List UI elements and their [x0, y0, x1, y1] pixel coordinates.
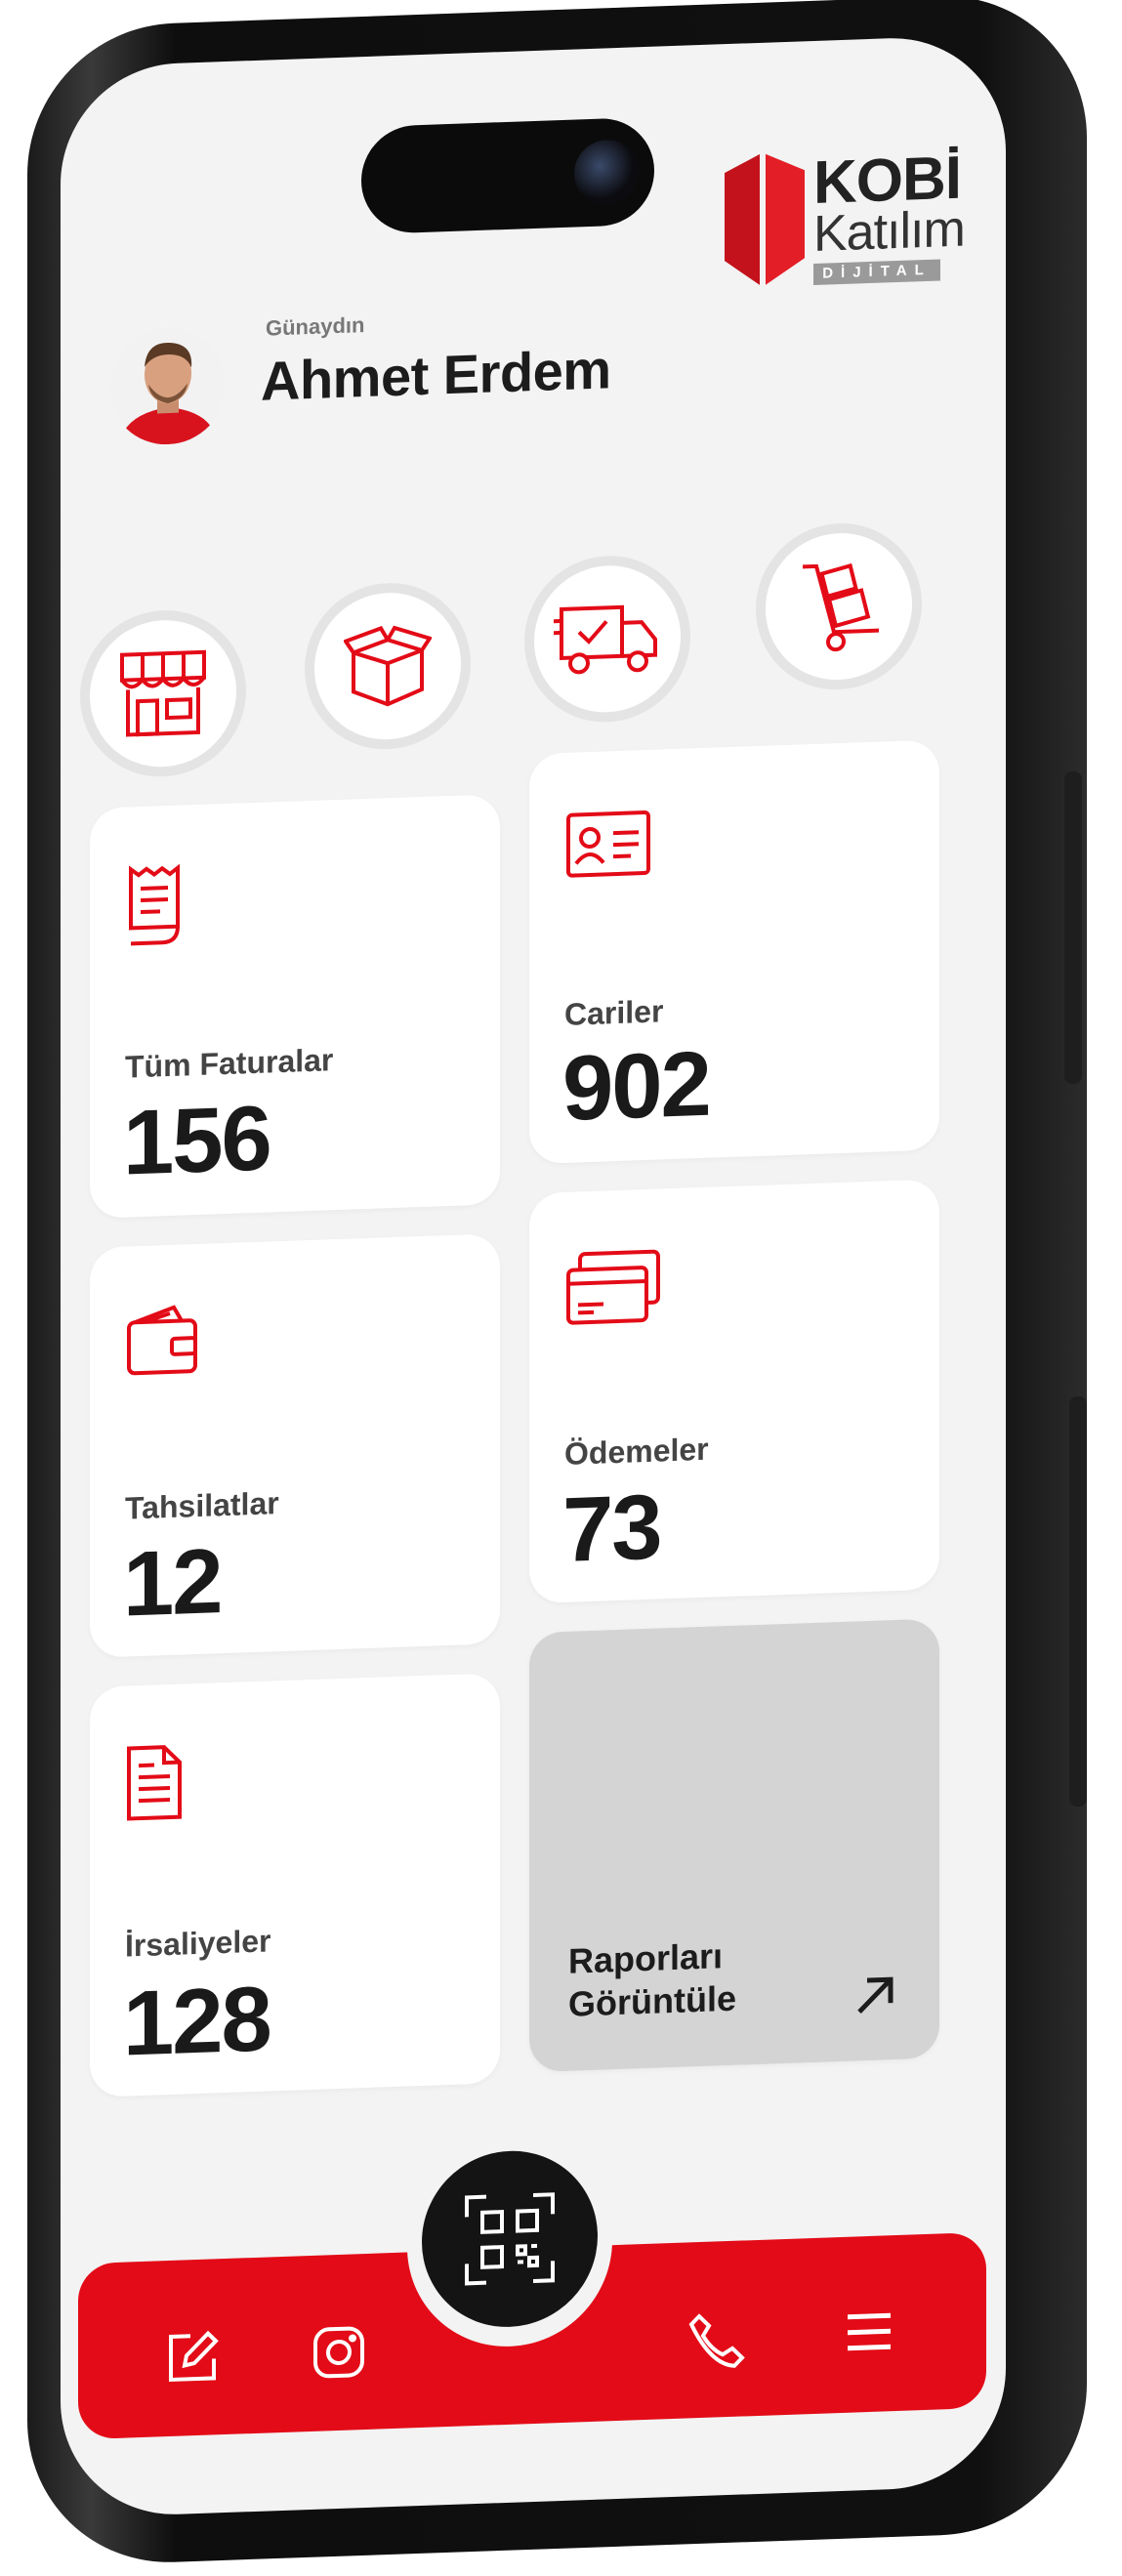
- waybills-label: İrsaliyeler: [125, 1923, 271, 1964]
- arrow-up-right-icon: [857, 1976, 893, 2015]
- id-card-icon: [566, 810, 650, 878]
- greeting-text: Günaydın: [266, 312, 365, 341]
- menu-icon[interactable]: [842, 2304, 896, 2360]
- camera-icon: [574, 139, 639, 206]
- logo-line2: Katılım: [813, 200, 965, 263]
- quick-action-delivery[interactable]: [524, 553, 690, 726]
- card-payments[interactable]: Ödemeler 73: [529, 1179, 939, 1604]
- card-waybills[interactable]: İrsaliyeler 128: [90, 1673, 500, 2098]
- box-icon: [344, 625, 432, 707]
- side-button-lower: [1069, 1396, 1087, 1807]
- invoices-value: 156: [123, 1086, 270, 1194]
- dynamic-island: [361, 116, 654, 235]
- quick-action-store[interactable]: [80, 607, 246, 780]
- qr-code-icon: [465, 2192, 555, 2286]
- collections-value: 12: [123, 1529, 222, 1636]
- power-button: [1064, 771, 1082, 1084]
- hand-truck-icon: [803, 562, 879, 652]
- payments-label: Ödemeler: [564, 1431, 709, 1472]
- store-icon: [120, 649, 206, 737]
- user-photo-icon: [109, 324, 227, 447]
- card-collections[interactable]: Tahsilatlar 12: [90, 1233, 500, 1658]
- brand-logo: KOBİ Katılım DİJİTAL: [721, 144, 965, 298]
- reports-label-line2: Görüntüle: [568, 1977, 736, 2024]
- app-screen: Günaydın Ahmet Erdem KOBİ Katılım DİJİTA…: [61, 34, 1006, 2518]
- phone-icon[interactable]: [686, 2308, 748, 2373]
- quick-action-box[interactable]: [305, 580, 471, 753]
- document-icon: [127, 1745, 182, 1821]
- quick-action-hand-truck[interactable]: [756, 520, 922, 693]
- user-name: Ahmet Erdem: [261, 338, 611, 412]
- card-accounts[interactable]: Cariler 902: [529, 739, 939, 1165]
- avatar[interactable]: [109, 324, 227, 447]
- reports-button[interactable]: Raporları Görüntüle: [529, 1618, 939, 2073]
- instagram-icon[interactable]: [310, 2322, 368, 2383]
- collections-label: Tahsilatlar: [125, 1485, 279, 1526]
- phone-mockup: Günaydın Ahmet Erdem KOBİ Katılım DİJİTA…: [0, 0, 1122, 2576]
- accounts-value: 902: [562, 1031, 710, 1140]
- payments-value: 73: [562, 1475, 661, 1581]
- card-invoices[interactable]: Tüm Faturalar 156: [90, 794, 500, 1219]
- credit-card-icon: [566, 1249, 660, 1325]
- logo-line3: DİJİTAL: [813, 259, 940, 285]
- edit-icon[interactable]: [163, 2327, 222, 2388]
- logo-shield-icon: [725, 153, 805, 285]
- invoices-label: Tüm Faturalar: [125, 1042, 334, 1085]
- delivery-truck-icon: [554, 604, 657, 675]
- waybills-value: 128: [123, 1967, 270, 2075]
- receipt-icon: [129, 863, 180, 946]
- accounts-label: Cariler: [564, 993, 664, 1032]
- wallet-icon: [127, 1305, 197, 1376]
- reports-label-line1: Raporları: [568, 1935, 724, 1981]
